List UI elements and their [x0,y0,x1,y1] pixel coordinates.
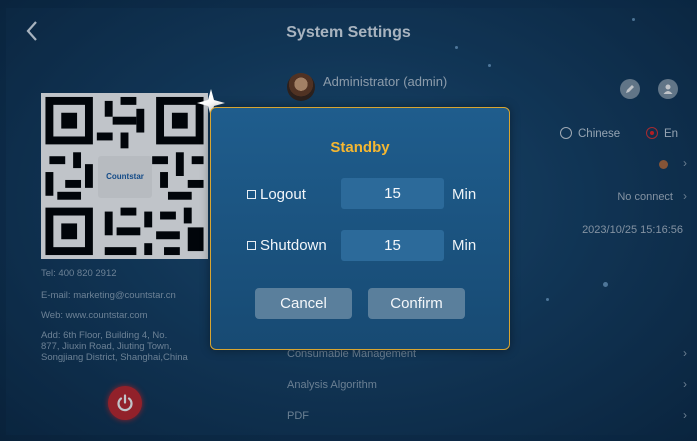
logout-minutes-input[interactable]: 15 [341,178,444,209]
logout-checkbox[interactable] [247,190,256,199]
cancel-button[interactable]: Cancel [255,288,352,319]
logout-unit: Min [452,186,477,203]
dialog-title: Standby [330,139,390,156]
shutdown-unit: Min [452,237,477,254]
logout-label: Logout [260,186,306,203]
shutdown-minutes-input[interactable]: 15 [341,230,444,261]
standby-dialog: Standby Logout 15 Min Shutdown 15 Min Ca… [210,107,510,350]
confirm-button[interactable]: Confirm [368,288,465,319]
shutdown-checkbox[interactable] [247,241,256,250]
shutdown-label: Shutdown [260,237,327,254]
